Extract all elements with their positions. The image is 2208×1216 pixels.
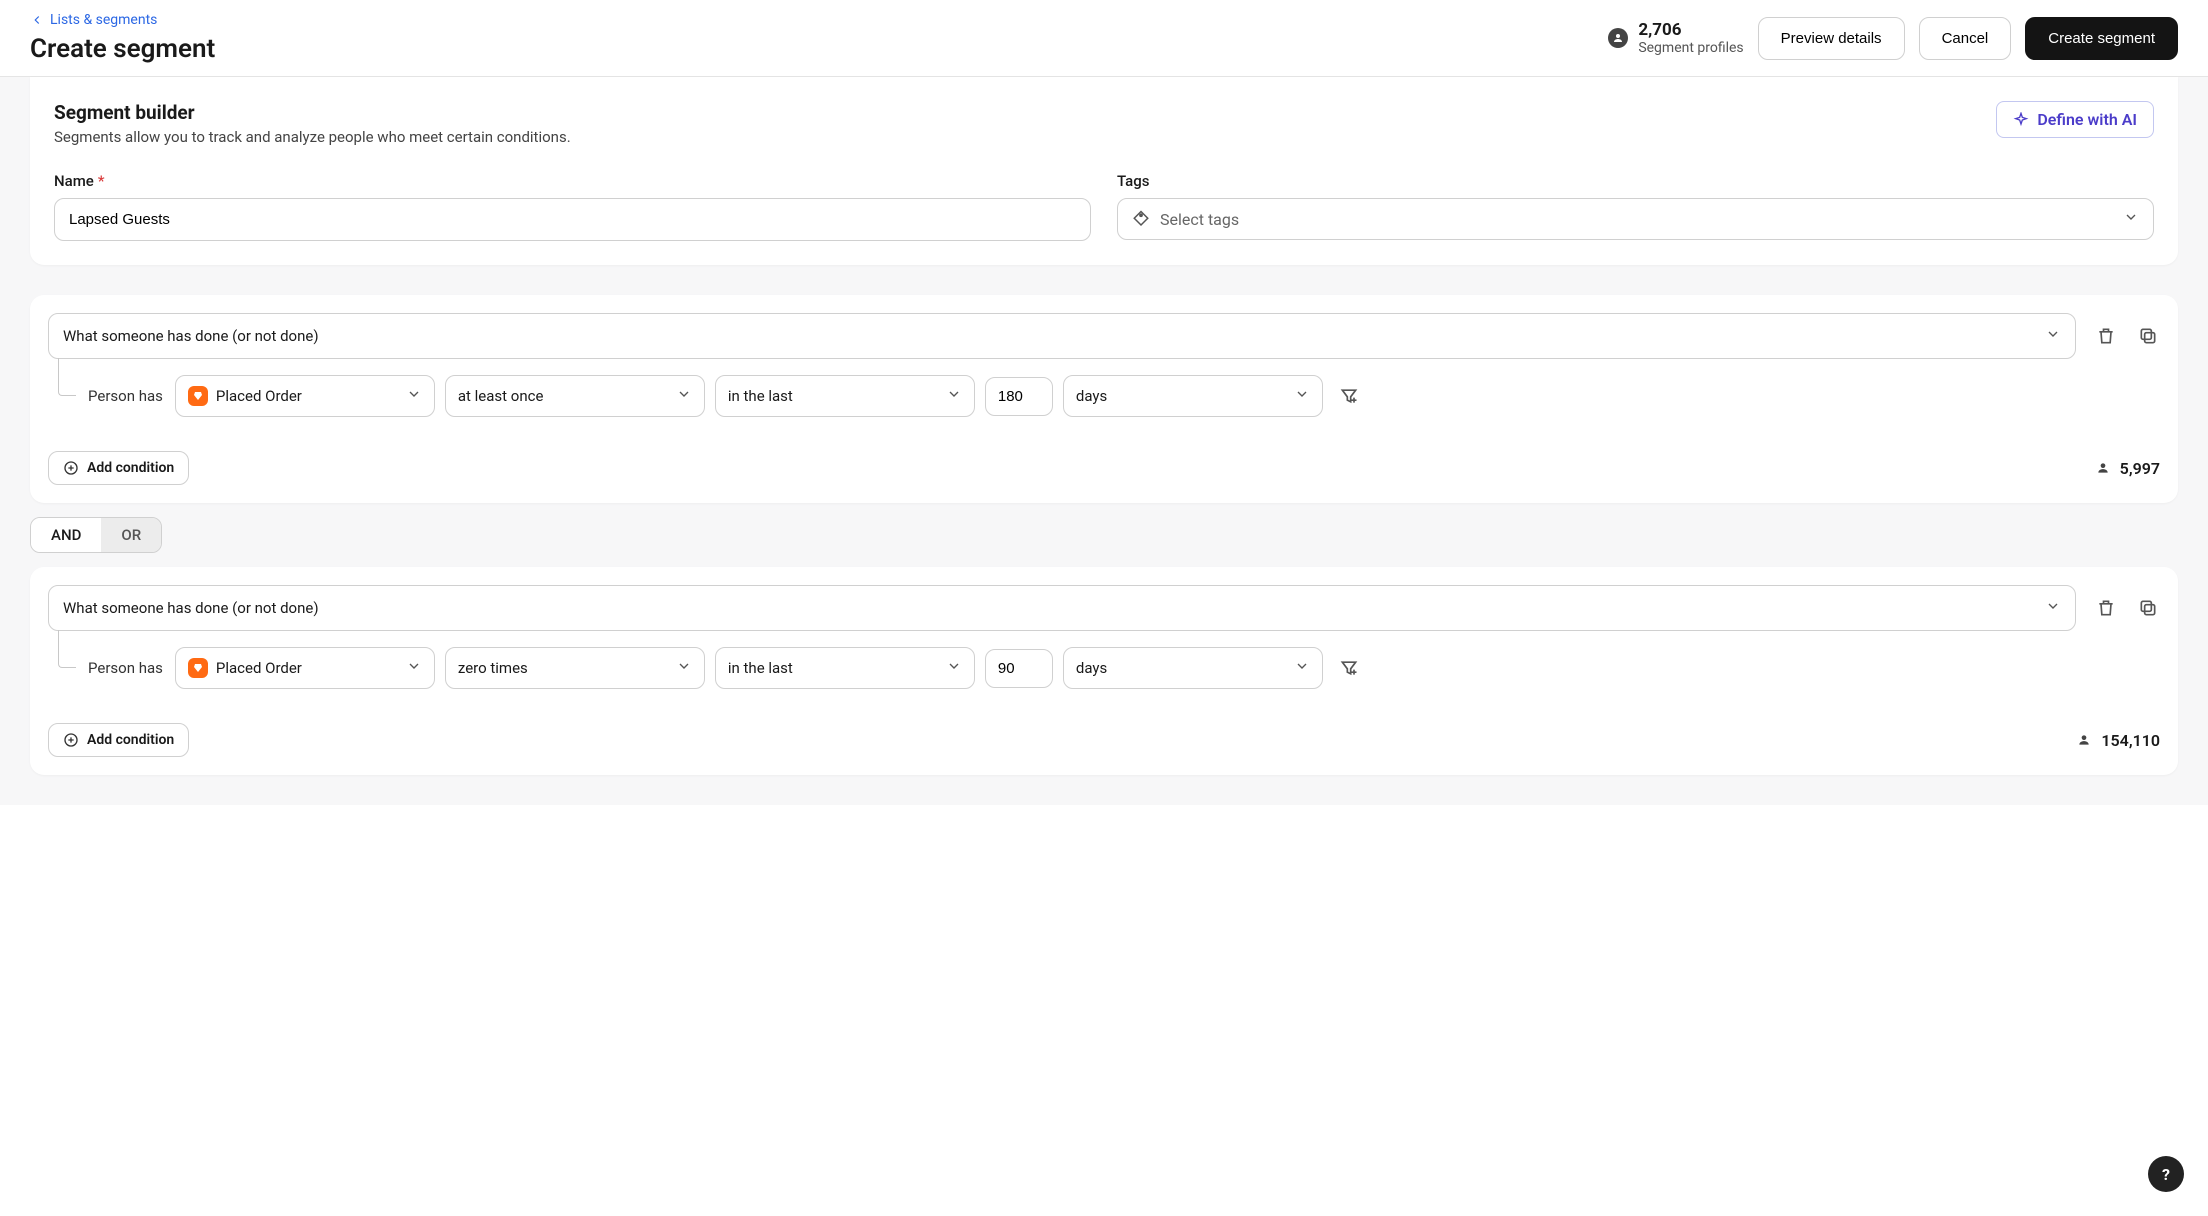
person-has-label: Person has (88, 659, 163, 677)
chevron-down-icon (2045, 326, 2061, 346)
add-condition-label: Add condition (87, 732, 174, 748)
logic-toggle: AND OR (30, 517, 162, 553)
chevron-down-icon (946, 386, 962, 406)
filter-icon (1339, 658, 1359, 678)
tags-placeholder: Select tags (1160, 210, 1239, 229)
header-right: 2,706 Segment profiles Preview details C… (1608, 17, 2178, 60)
condition-card-1: What someone has done (or not done) Pers… (30, 295, 2178, 503)
delete-condition-button[interactable] (2094, 596, 2118, 620)
define-with-ai-button[interactable]: Define with AI (1996, 101, 2154, 138)
profiles-label: Segment profiles (1638, 40, 1743, 56)
create-segment-button[interactable]: Create segment (2025, 17, 2178, 60)
shopify-icon (188, 386, 208, 406)
add-condition-button[interactable]: Add condition (48, 451, 189, 485)
chevron-down-icon (946, 658, 962, 678)
delete-condition-button[interactable] (2094, 324, 2118, 348)
unit-label: days (1076, 387, 1107, 405)
content-area: Segment builder Segments allow you to tr… (0, 77, 2208, 805)
chevron-down-icon (676, 658, 692, 678)
tags-select[interactable]: Select tags (1117, 198, 2154, 240)
help-fab[interactable]: ? (2148, 1156, 2184, 1192)
builder-title: Segment builder (54, 101, 571, 124)
tree-connector (58, 358, 76, 396)
copy-icon (2138, 598, 2158, 618)
name-input[interactable] (54, 198, 1091, 241)
event-select[interactable]: Placed Order (175, 647, 435, 689)
duplicate-condition-button[interactable] (2136, 596, 2160, 620)
header-left: Lists & segments Create segment (30, 12, 1608, 64)
shopify-icon (188, 658, 208, 678)
profiles-count: 2,706 (1638, 20, 1743, 40)
back-link[interactable]: Lists & segments (30, 12, 1608, 28)
required-asterisk: * (98, 172, 105, 190)
chevron-down-icon (2123, 209, 2139, 229)
time-value-input[interactable] (985, 649, 1053, 688)
duplicate-condition-button[interactable] (2136, 324, 2160, 348)
chevron-down-icon (406, 658, 422, 678)
condition-type-select[interactable]: What someone has done (or not done) (48, 585, 2076, 631)
time-range-select[interactable]: in the last (715, 375, 975, 417)
tag-icon (1132, 210, 1150, 228)
segment-builder-card: Segment builder Segments allow you to tr… (30, 77, 2178, 265)
sparkle-icon (2013, 112, 2029, 128)
condition-card-2: What someone has done (or not done) Pers… (30, 567, 2178, 775)
condition-count-value: 154,110 (2101, 731, 2160, 750)
person-has-label: Person has (88, 387, 163, 405)
name-field-label: Name* (54, 172, 1091, 190)
time-range-select[interactable]: in the last (715, 647, 975, 689)
range-label: in the last (728, 659, 793, 677)
header-bar: Lists & segments Create segment 2,706 Se… (0, 0, 2208, 77)
add-condition-label: Add condition (87, 460, 174, 476)
tags-field-label: Tags (1117, 172, 2154, 190)
page-title: Create segment (30, 34, 1608, 64)
event-select[interactable]: Placed Order (175, 375, 435, 417)
range-label: in the last (728, 387, 793, 405)
chevron-down-icon (1294, 386, 1310, 406)
filter-icon (1339, 386, 1359, 406)
plus-circle-icon (63, 460, 79, 476)
logic-or-button[interactable]: OR (101, 518, 161, 552)
trash-icon (2096, 598, 2116, 618)
define-ai-label: Define with AI (2037, 110, 2137, 129)
chevron-down-icon (406, 386, 422, 406)
chevron-down-icon (676, 386, 692, 406)
logic-row: AND OR (30, 517, 2178, 553)
add-filter-button[interactable] (1337, 656, 1361, 680)
time-value-input[interactable] (985, 377, 1053, 416)
condition-type-select[interactable]: What someone has done (or not done) (48, 313, 2076, 359)
unit-label: days (1076, 659, 1107, 677)
condition-type-label: What someone has done (or not done) (63, 327, 319, 345)
event-label: Placed Order (216, 659, 302, 677)
segment-profiles-readout: 2,706 Segment profiles (1608, 20, 1743, 56)
time-unit-select[interactable]: days (1063, 375, 1323, 417)
condition-count: 154,110 (2075, 731, 2160, 750)
frequency-select[interactable]: zero times (445, 647, 705, 689)
frequency-label: zero times (458, 659, 528, 677)
logic-and-button[interactable]: AND (31, 518, 101, 552)
condition-type-label: What someone has done (or not done) (63, 599, 319, 617)
add-condition-button[interactable]: Add condition (48, 723, 189, 757)
frequency-label: at least once (458, 387, 544, 405)
frequency-select[interactable]: at least once (445, 375, 705, 417)
builder-subtitle: Segments allow you to track and analyze … (54, 128, 571, 146)
tree-connector (58, 630, 76, 668)
event-label: Placed Order (216, 387, 302, 405)
add-filter-button[interactable] (1337, 384, 1361, 408)
condition-count: 5,997 (2094, 459, 2160, 478)
cancel-button[interactable]: Cancel (1919, 17, 2012, 60)
arrow-left-icon (30, 13, 44, 27)
copy-icon (2138, 326, 2158, 346)
chevron-down-icon (2045, 598, 2061, 618)
chevron-down-icon (1294, 658, 1310, 678)
time-unit-select[interactable]: days (1063, 647, 1323, 689)
person-icon (1608, 28, 1628, 48)
trash-icon (2096, 326, 2116, 346)
back-link-text: Lists & segments (50, 12, 157, 28)
person-icon (2075, 731, 2093, 749)
person-icon (2094, 459, 2112, 477)
condition-count-value: 5,997 (2120, 459, 2160, 478)
preview-details-button[interactable]: Preview details (1758, 17, 1905, 60)
plus-circle-icon (63, 732, 79, 748)
